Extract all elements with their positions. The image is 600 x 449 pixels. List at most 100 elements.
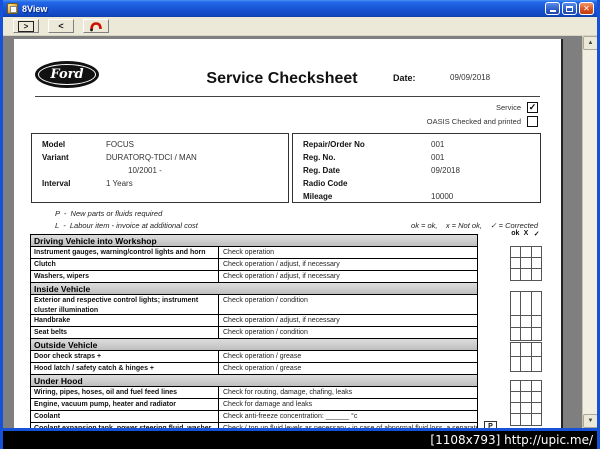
model-label: Model — [42, 140, 66, 149]
info-row: Radio Code — [293, 177, 540, 190]
checklist-row: Hood latch / safety catch & hinges + Chec… — [31, 363, 477, 375]
app-window: 8View ✕ > < Ford Service Checksheet Date… — [0, 0, 600, 449]
interval-value: 1 Years — [106, 179, 133, 188]
result-cell — [521, 269, 532, 280]
section-header: Outside Vehicle — [31, 339, 477, 351]
checklist-row: Coolant Check anti-freeze concentration: … — [31, 411, 477, 423]
minimize-button[interactable] — [545, 2, 560, 15]
document-page: Ford Service Checksheet Date: 09/09/2018… — [14, 39, 563, 428]
result-cell — [511, 258, 522, 268]
forward-button[interactable]: > — [13, 19, 39, 33]
info-row: Mileage 10000 — [293, 190, 540, 203]
info-row: Variant DURATORQ-TDCI / MAN — [32, 151, 288, 164]
app-icon — [7, 3, 18, 14]
item-cell: Instrument gauges, warning/control light… — [31, 247, 219, 258]
section-header: Under Hood — [31, 375, 477, 387]
result-cell — [532, 316, 541, 327]
header-divider — [35, 96, 540, 97]
checklist-row: Seat belts Check operation / condition — [31, 327, 477, 339]
info-row: Model FOCUS — [32, 138, 288, 151]
vertical-scrollbar[interactable]: ▲ ▼ — [582, 36, 597, 428]
scroll-up-icon: ▲ — [587, 40, 594, 46]
check-cell: Check operation / adjust, if necessary — [223, 273, 340, 280]
section-header: Driving Vehicle into Workshop — [31, 235, 477, 247]
result-cell — [511, 414, 522, 425]
grid-col-label: ok — [511, 230, 520, 237]
section-header: Inside Vehicle — [31, 283, 477, 295]
item-cell: Engine, vacuum pump, heater and radiator — [31, 399, 219, 410]
variant-value: DURATORQ-TDCI / MAN — [106, 153, 197, 162]
minimize-icon — [549, 10, 556, 12]
reg-date-label: Reg. Date — [303, 166, 340, 175]
result-grid — [510, 380, 542, 426]
result-cell — [511, 247, 522, 257]
model-value: FOCUS — [106, 140, 134, 149]
vehicle-info-box: Model FOCUS Variant DURATORQ-TDCI / MAN … — [31, 133, 289, 203]
close-button[interactable]: ✕ — [579, 2, 594, 15]
scroll-down-icon: ▼ — [587, 418, 594, 424]
result-cell — [521, 247, 532, 257]
checklist-row: Exterior and respective control lights; … — [31, 295, 477, 315]
oasis-checkbox[interactable] — [527, 116, 538, 127]
oasis-label: OASIS Checked and printed — [426, 117, 521, 126]
result-cell — [532, 269, 541, 280]
result-cell — [532, 292, 541, 315]
result-cell — [511, 403, 522, 413]
result-cell — [532, 357, 541, 371]
result-cell — [532, 403, 541, 413]
result-cell — [511, 381, 522, 391]
result-grid — [510, 342, 542, 372]
item-cell: Exterior and respective control lights; … — [31, 295, 219, 314]
repair-order-label: Repair/Order No — [303, 140, 365, 149]
service-checkbox[interactable]: ✓ — [527, 102, 538, 113]
scroll-up-button[interactable]: ▲ — [583, 36, 597, 50]
checklist-row: Clutch Check operation / adjust, if neces… — [31, 259, 477, 271]
titlebar: 8View ✕ — [3, 0, 597, 17]
grid-col-label: ✓ — [533, 231, 540, 238]
checklist-row: Instrument gauges, warning/control light… — [31, 247, 477, 259]
toolbar: > < — [3, 17, 597, 36]
item-cell: Door check straps + — [31, 351, 219, 362]
oasis-checkbox-row: OASIS Checked and printed — [427, 116, 538, 127]
check-cell: Check operation / grease — [223, 353, 302, 360]
check-cell: Check operation / grease — [223, 365, 302, 372]
legend-status-line: ok = ok, x = Not ok, ✓ = Corrected — [411, 221, 538, 230]
maximize-icon — [566, 5, 573, 12]
watermark-bar: [1108x793] http://upic.me/ — [3, 431, 597, 449]
item-cell: Handbrake — [31, 315, 219, 326]
result-cell — [511, 357, 522, 371]
result-cell — [511, 392, 522, 402]
interval-label: Interval — [42, 179, 71, 188]
legend-parts-line: P - New parts or fluids required — [55, 209, 163, 218]
back-arrow-icon: < — [58, 21, 64, 31]
result-cell — [521, 292, 532, 315]
item-cell: Washers, wipers — [31, 271, 219, 282]
maximize-button[interactable] — [562, 2, 577, 15]
result-cell — [532, 247, 541, 257]
info-row: Repair/Order No 001 — [293, 138, 540, 151]
variant-label: Variant — [42, 153, 69, 162]
date-label: Date: — [393, 73, 416, 83]
mileage-label: Mileage — [303, 192, 333, 201]
result-cell — [521, 381, 532, 391]
result-cell — [511, 269, 522, 280]
result-cell — [532, 414, 541, 425]
result-cell — [532, 343, 541, 356]
close-icon: ✕ — [583, 3, 590, 13]
radio-code-label: Radio Code — [303, 179, 348, 188]
result-grid — [510, 246, 542, 281]
result-cell — [521, 343, 532, 356]
check-cell: Check operation / adjust, if necessary — [223, 261, 340, 268]
stamp-button[interactable] — [83, 19, 109, 33]
checklist-row: Coolant expansion tank, power steering f… — [31, 423, 477, 428]
service-checkbox-row: Service ✓ — [496, 102, 538, 113]
back-button[interactable]: < — [48, 19, 74, 33]
result-cell — [521, 414, 532, 425]
scroll-down-button[interactable]: ▼ — [583, 414, 597, 428]
grid-header: ok X ✓ — [510, 230, 542, 238]
parts-flag-box: P — [484, 421, 497, 428]
result-cell — [532, 381, 541, 391]
reg-no-label: Reg. No. — [303, 153, 336, 162]
check-cell: Check for routing, damage, chafing, leak… — [223, 389, 353, 396]
item-cell: Wiring, pipes, hoses, oil and fuel feed … — [31, 387, 219, 398]
